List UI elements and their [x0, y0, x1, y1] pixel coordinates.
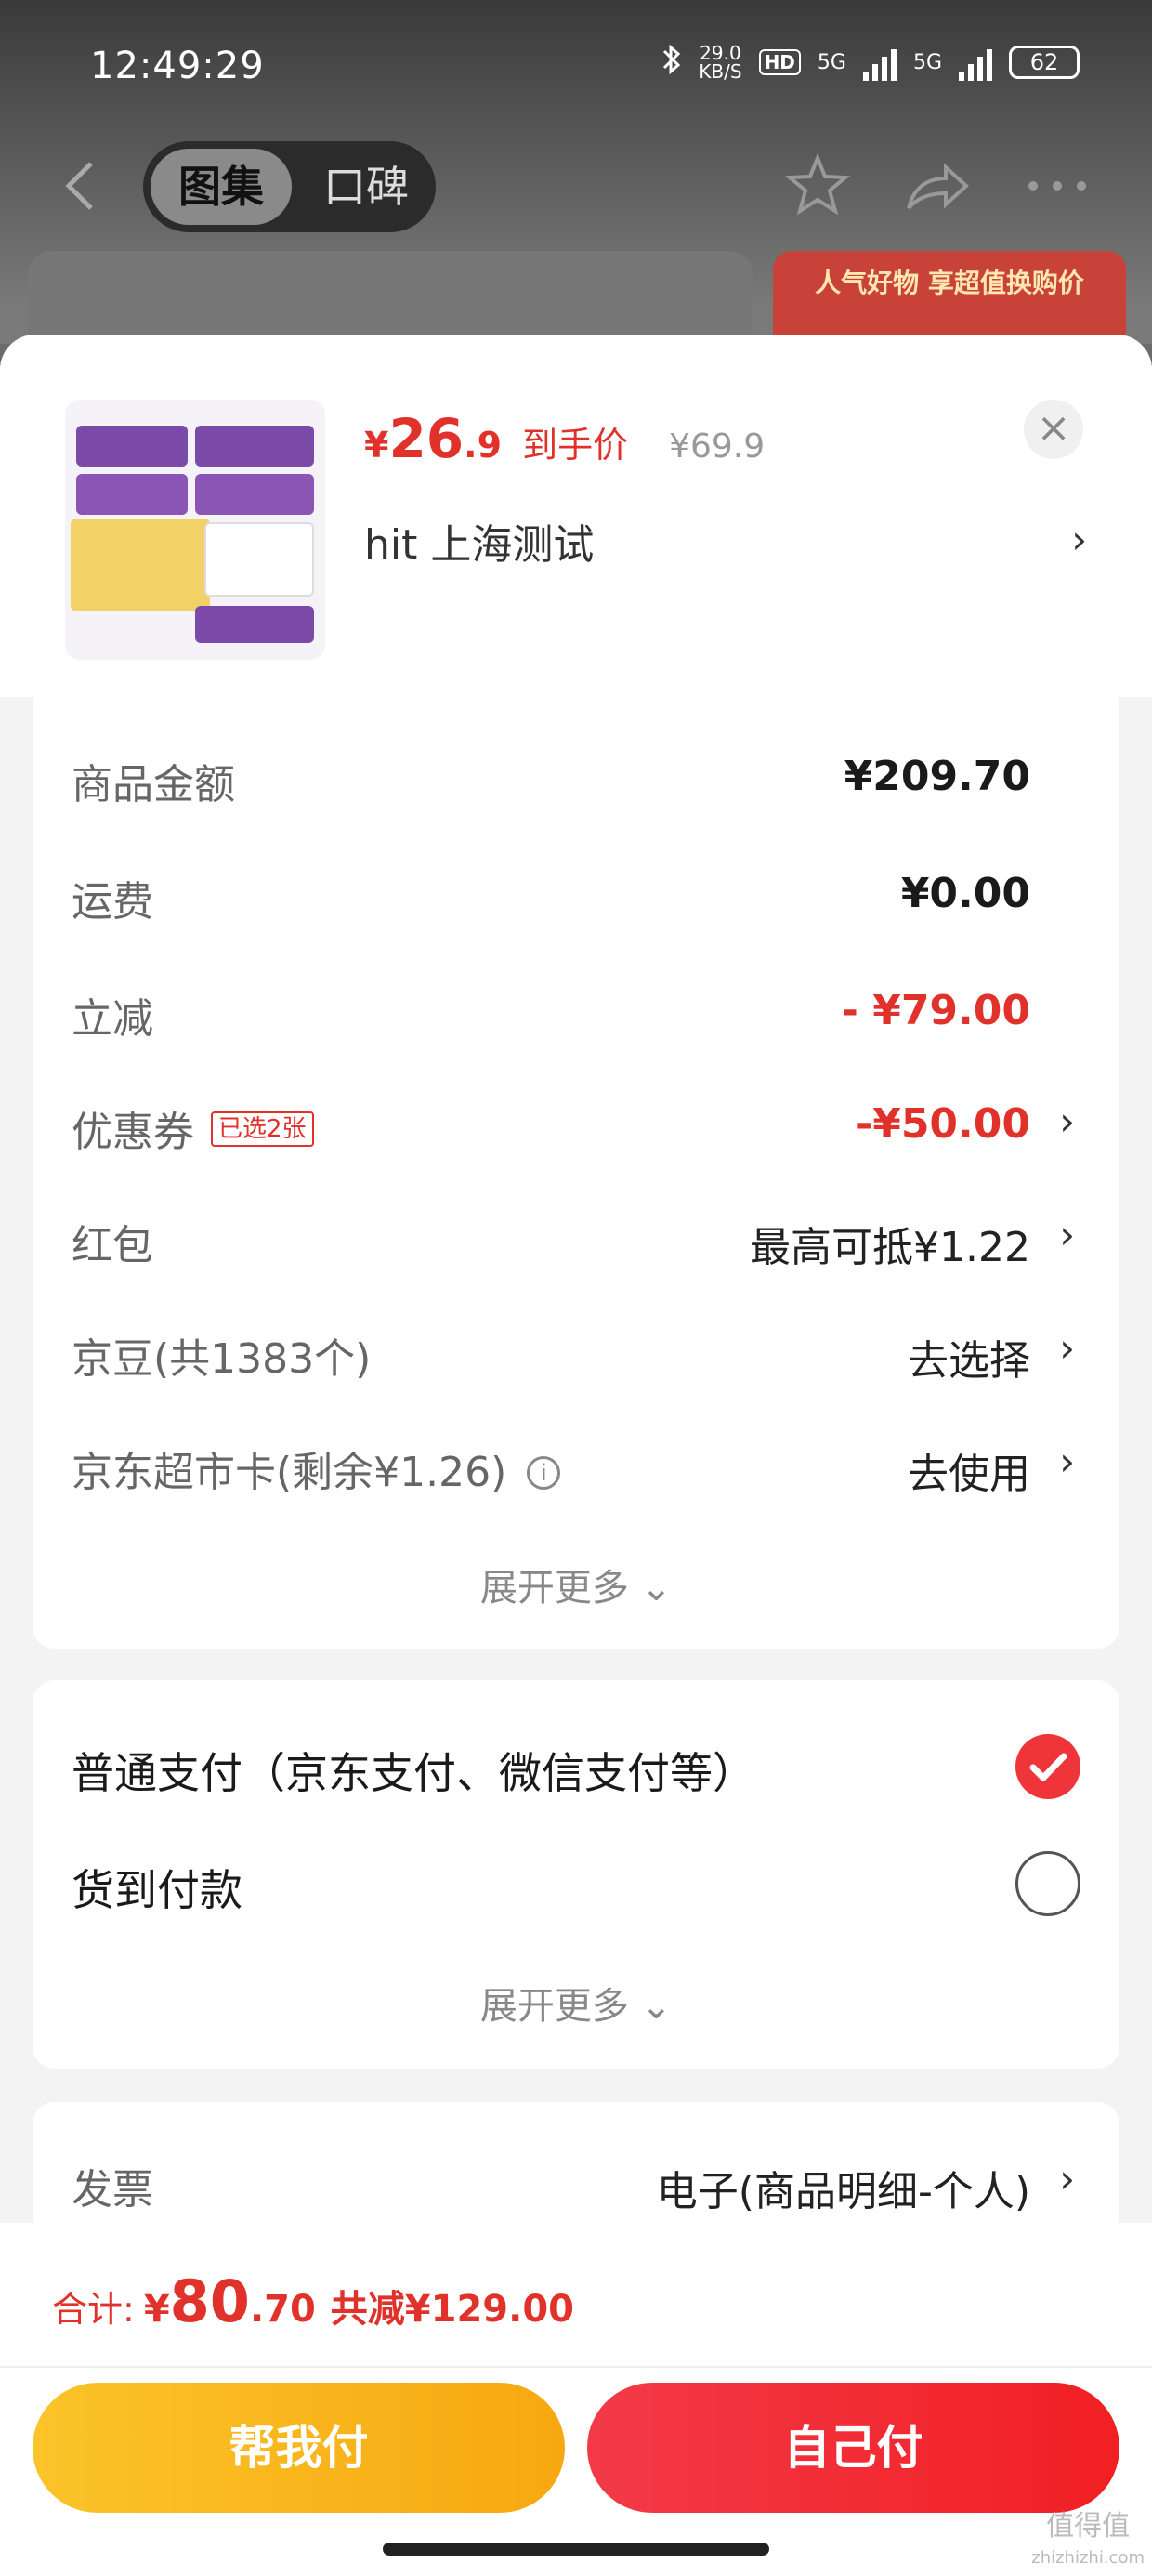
net-speed-unit: KB/S — [699, 60, 742, 83]
signal-icon — [959, 44, 992, 81]
watermark-sub: zhizhizhi.com — [1031, 2548, 1145, 2568]
instant-discount-row: 立减 - ¥79.00 — [33, 976, 1119, 1050]
coupon-row[interactable]: 优惠券 已选2张 -¥50.00 › — [33, 1089, 1119, 1163]
checkmark-icon[interactable] — [1015, 1734, 1080, 1799]
price-integer: 26 — [388, 407, 465, 470]
signal-icon — [862, 44, 897, 81]
invoice-section: 发票 电子(商品明细-个人) › — [33, 2102, 1119, 2241]
supermarket-card-row[interactable]: 京东超市卡(剩余¥1.26) i 去使用 › — [33, 1429, 1119, 1504]
more-icon[interactable] — [1022, 151, 1093, 221]
share-icon[interactable] — [901, 151, 972, 221]
total-currency: ¥ — [143, 2288, 170, 2331]
invoice-row[interactable]: 发票 电子(商品明细-个人) › — [33, 2147, 1119, 2221]
shipping-value: ¥0.00 — [900, 870, 1030, 917]
product-thumbnail — [65, 400, 325, 660]
price-decimal: .9 — [464, 425, 503, 466]
jingdou-row[interactable]: 京豆(共1383个) 去选择 › — [33, 1316, 1119, 1390]
home-indicator[interactable] — [383, 2543, 769, 2556]
red-packet-value: 最高可抵¥1.22 — [750, 1224, 1030, 1271]
expand-more-costs[interactable]: 展开更多 ⌄ — [33, 1557, 1119, 1611]
expand-more-payment[interactable]: 展开更多 ⌄ — [33, 1976, 1119, 2030]
coupon-label-text: 优惠券 — [72, 1109, 194, 1156]
invoice-label: 发票 — [72, 2166, 153, 2214]
back-icon[interactable] — [58, 158, 104, 214]
total-decimal: .70 — [249, 2288, 316, 2331]
self-pay-button[interactable]: 自己付 — [587, 2383, 1119, 2513]
chevron-right-icon: › — [1059, 1439, 1075, 1484]
hd-badge: HD — [758, 49, 801, 75]
total-discount: 共减¥129.00 — [330, 2288, 574, 2331]
chevron-right-icon: › — [1059, 1098, 1075, 1144]
tab-reviews[interactable]: 口碑 — [306, 149, 426, 225]
top-nav: 图集 口碑 — [0, 139, 1152, 232]
supermarket-card-value: 去使用 — [908, 1451, 1030, 1498]
original-price: ¥69.9 — [669, 427, 766, 466]
supermarket-card-label-text: 京东超市卡(剩余¥1.26) — [72, 1449, 507, 1496]
goods-amount-row: 商品金额 ¥209.70 — [33, 742, 1119, 816]
star-icon[interactable] — [782, 151, 853, 221]
shipping-row: 运费 ¥0.00 — [33, 859, 1119, 933]
supermarket-card-label: 京东超市卡(剩余¥1.26) i — [72, 1439, 561, 1498]
bluetooth-icon — [661, 43, 682, 82]
chevron-down-icon: ⌄ — [640, 1985, 673, 2028]
coupon-value: -¥50.00 — [855, 1100, 1030, 1148]
payment-method: 普通支付（京东支付、微信支付等） 货到付款 展开更多 ⌄ — [33, 1680, 1119, 2069]
red-packet-label: 红包 — [72, 1222, 153, 1269]
radio-unchecked-icon[interactable] — [1015, 1851, 1080, 1916]
product-summary: ¥ 26 .9 到手价 ¥69.9 hit 上海测试 › × — [0, 335, 1152, 697]
help-pay-button[interactable]: 帮我付 — [33, 2383, 565, 2513]
info-icon[interactable]: i — [527, 1456, 561, 1490]
watermark-text: 值得值 — [1046, 2510, 1131, 2543]
cost-breakdown: 商品金额 ¥209.70 运费 ¥0.00 立减 - ¥79.00 优惠券 已选2… — [33, 697, 1119, 1649]
sim1-label: 5G — [817, 50, 846, 74]
total-integer: 80 — [169, 2267, 250, 2335]
chevron-right-icon: › — [1059, 1212, 1075, 1257]
expand-more-label: 展开更多 — [479, 1567, 629, 1610]
invoice-value: 电子(商品明细-个人) — [656, 2168, 1030, 2215]
shipping-label: 运费 — [72, 878, 153, 926]
price-currency: ¥ — [364, 425, 389, 466]
normal-pay-label: 普通支付（京东支付、微信支付等） — [72, 1748, 755, 1798]
gallery-tabs: 图集 口碑 — [143, 141, 436, 232]
goods-amount-value: ¥209.70 — [844, 753, 1030, 800]
red-packet-row[interactable]: 红包 最高可抵¥1.22 › — [33, 1203, 1119, 1277]
jingdou-value: 去选择 — [908, 1337, 1030, 1385]
close-icon[interactable]: × — [1024, 400, 1083, 459]
cod-label: 货到付款 — [72, 1865, 242, 1915]
instant-discount-label: 立减 — [72, 995, 153, 1043]
coupon-label: 优惠券 已选2张 — [72, 1098, 314, 1158]
order-total: 合计: ¥ 80 .70 共减¥129.00 — [52, 2267, 574, 2335]
normal-pay-row[interactable]: 普通支付（京东支付、微信支付等） — [33, 1723, 1119, 1807]
instant-discount-value: - ¥79.00 — [841, 987, 1030, 1034]
chevron-right-icon: › — [1059, 1325, 1075, 1371]
cod-row[interactable]: 货到付款 — [33, 1840, 1119, 1924]
battery-icon: 62 — [1009, 46, 1080, 79]
product-price: ¥ 26 .9 到手价 ¥69.9 — [364, 407, 765, 470]
chevron-right-icon[interactable]: › — [1071, 517, 1087, 562]
chevron-right-icon: › — [1059, 2156, 1075, 2201]
checkout-footer: 合计: ¥ 80 .70 共减¥129.00 帮我付 自己付 值得值 zhizh… — [0, 2223, 1152, 2576]
coupon-badge: 已选2张 — [211, 1111, 314, 1147]
status-icons: 29.0 KB/S HD 5G 5G 62 — [661, 43, 1080, 82]
shop-name[interactable]: hit 上海测试 — [364, 511, 594, 571]
total-label: 合计: — [52, 2289, 135, 2330]
network-speed: 29.0 KB/S — [699, 44, 741, 81]
status-bar: 12:49:29 29.0 KB/S HD 5G 5G 62 — [0, 37, 1152, 102]
price-tag: 到手价 — [522, 425, 629, 466]
watermark-logo: 值得值 zhizhizhi.com — [1031, 2511, 1145, 2574]
sim2-label: 5G — [912, 50, 942, 74]
status-time: 12:49:29 — [90, 45, 265, 87]
tab-gallery[interactable]: 图集 — [151, 149, 292, 225]
jingdou-label: 京豆(共1383个) — [72, 1335, 372, 1383]
expand-more-label: 展开更多 — [479, 1985, 629, 2028]
goods-amount-label: 商品金额 — [72, 761, 235, 808]
chevron-down-icon: ⌄ — [640, 1567, 673, 1610]
divider — [0, 2366, 1152, 2368]
